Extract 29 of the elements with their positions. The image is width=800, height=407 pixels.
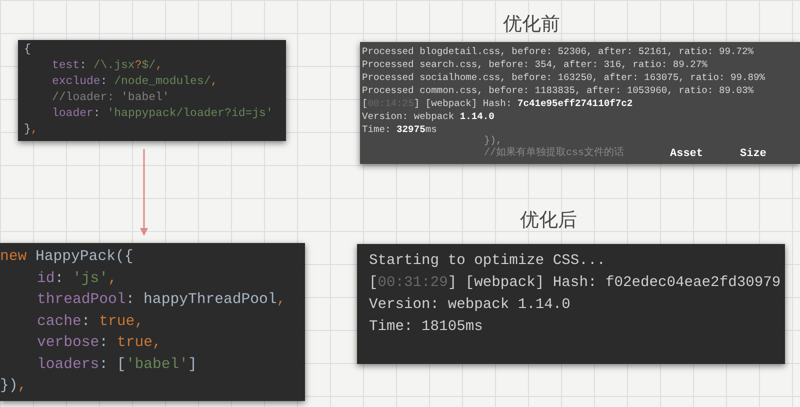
code-line: }), <box>0 377 28 396</box>
code-line: Processed socialhome.css, before: 163250, after: 163075, ratio: 99.89% <box>362 71 766 84</box>
code-line: Processed search.css, before: 354, after: 316, ratio: 89.27% <box>362 58 708 71</box>
code-line: Starting to optimize CSS... <box>369 252 606 271</box>
code-line: Processed common.css, before: 1183835, after: 1053960, ratio: 89.03% <box>362 84 754 97</box>
code-line: loader: 'happypack/loader?id=js' <box>51 106 274 122</box>
code-line: verbose: true, <box>36 334 162 353</box>
code-line: Time: 18105ms <box>369 318 484 337</box>
code-line: id: 'js', <box>36 270 118 288</box>
column-header: Size <box>740 147 766 161</box>
code-line: loaders: ['babel'] <box>36 356 198 374</box>
code-line: exclude: /node_modules/, <box>51 74 219 90</box>
code-line: { <box>24 42 32 58</box>
code-comment: //如果有单独提取css文件的话 <box>484 147 626 161</box>
code-line: }, <box>24 122 39 138</box>
section-title: 优化后 <box>520 209 578 233</box>
code-line: [00:31:29] [webpack] Hash: f02edec04eae2fd30979 <box>369 274 782 293</box>
code-line: Processed blogdetail.css, before: 52306, after: 52161, ratio: 99.72% <box>362 45 754 58</box>
column-header: Asset <box>670 147 704 161</box>
code-line: //loader: 'babel' <box>51 90 170 106</box>
code-line: Time: 32975ms <box>362 123 438 136</box>
code-line: threadPool: happyThreadPool, <box>36 291 287 310</box>
code-line: cache: true, <box>36 312 145 332</box>
section-title: 优化前 <box>503 13 561 37</box>
code-line: Version: webpack 1.14.0 <box>362 110 496 123</box>
code-line: new HappyPack({ <box>0 248 134 267</box>
code-line: }), <box>483 136 504 147</box>
code-line: test: /\.jsx?$/, <box>51 58 164 74</box>
code-line: Version: webpack 1.14.0 <box>369 296 572 315</box>
